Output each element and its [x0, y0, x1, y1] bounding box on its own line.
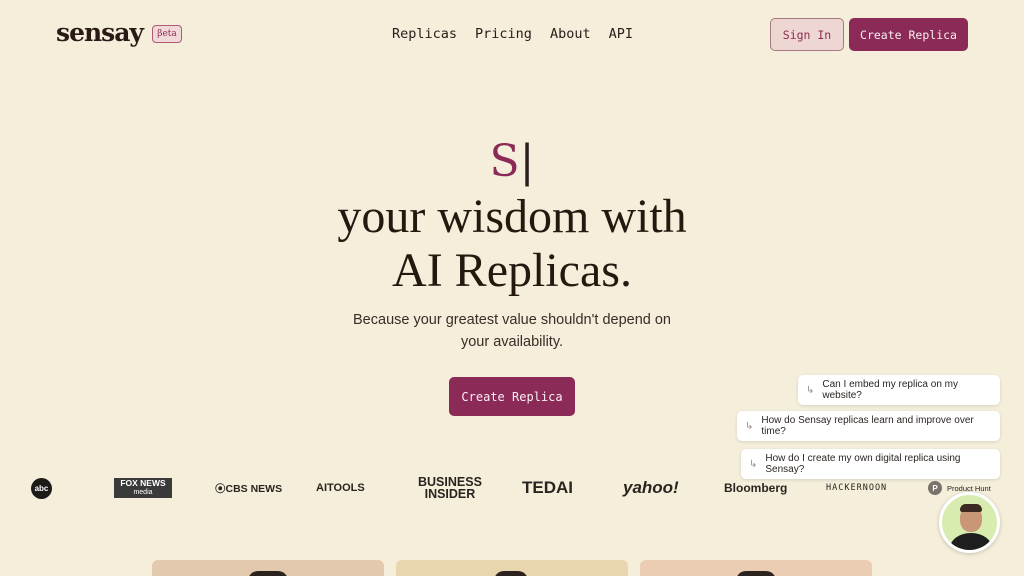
cbs-news-logo: ⦿CBS NEWS — [215, 482, 283, 495]
card-image — [248, 571, 288, 576]
tedai-logo: TEDAI — [522, 478, 573, 497]
business-insider-logo: BUSINESS INSIDER — [418, 476, 482, 501]
nav-replicas-link[interactable]: Replicas — [392, 26, 457, 42]
hero-subtitle: Because your greatest value shouldn't de… — [353, 312, 671, 350]
nav-about-link[interactable]: About — [550, 26, 591, 42]
hero-create-replica-button[interactable]: Create Replica — [449, 377, 575, 416]
card-image — [736, 571, 776, 576]
aitools-logo: AITOOLS — [316, 482, 365, 494]
hero-heading-line-2: AI Replicas. — [392, 244, 632, 297]
typing-caret: | — [519, 136, 535, 187]
fox-news-media-logo: FOX NEWS media — [114, 478, 172, 498]
bloomberg-logo: Bloomberg — [724, 481, 788, 495]
nav-api-link[interactable]: API — [609, 26, 633, 42]
hero-heading-line-1: your wisdom with — [337, 190, 687, 243]
typed-text: S — [489, 136, 520, 187]
sensay-logo[interactable]: sensay — [56, 18, 144, 47]
chat-suggestion-create[interactable]: ↳ How do I create my own digital replica… — [741, 449, 1000, 479]
bi-bottom-text: INSIDER — [424, 487, 476, 501]
replica-card[interactable] — [152, 560, 384, 576]
hero-typed-word: S| — [0, 136, 1024, 188]
chat-suggestion-embed[interactable]: ↳ Can I embed my replica on my website? — [798, 375, 1000, 405]
chat-avatar-button[interactable] — [939, 492, 1000, 553]
sign-in-button[interactable]: Sign In — [770, 18, 844, 51]
reply-arrow-icon: ↳ — [749, 458, 758, 470]
nav-pricing-link[interactable]: Pricing — [475, 26, 532, 42]
fox-news-text: FOX NEWS — [120, 478, 166, 488]
abc-logo: abc — [31, 478, 52, 499]
hackernoon-logo: HACKERNOON — [826, 483, 888, 493]
avatar-hair — [960, 504, 982, 512]
beta-badge: βeta — [152, 25, 182, 43]
chat-suggestion-text: How do Sensay replicas learn and improve… — [761, 415, 974, 437]
reply-arrow-icon: ↳ — [745, 420, 754, 432]
chat-suggestion-learn[interactable]: ↳ How do Sensay replicas learn and impro… — [737, 411, 1000, 441]
header-create-replica-button[interactable]: Create Replica — [849, 18, 968, 51]
replica-card[interactable] — [396, 560, 628, 576]
fox-media-text: media — [133, 489, 153, 496]
chat-suggestion-text: Can I embed my replica on my website? — [822, 379, 959, 401]
main-nav: Replicas Pricing About API — [392, 26, 633, 42]
chat-suggestion-text: How do I create my own digital replica u… — [765, 453, 961, 475]
replica-card[interactable] — [640, 560, 872, 576]
product-hunt-icon: P — [928, 481, 942, 495]
card-image — [494, 571, 528, 576]
reply-arrow-icon: ↳ — [806, 384, 815, 396]
yahoo-logo: yahoo! — [623, 478, 679, 497]
avatar-body — [950, 533, 992, 550]
